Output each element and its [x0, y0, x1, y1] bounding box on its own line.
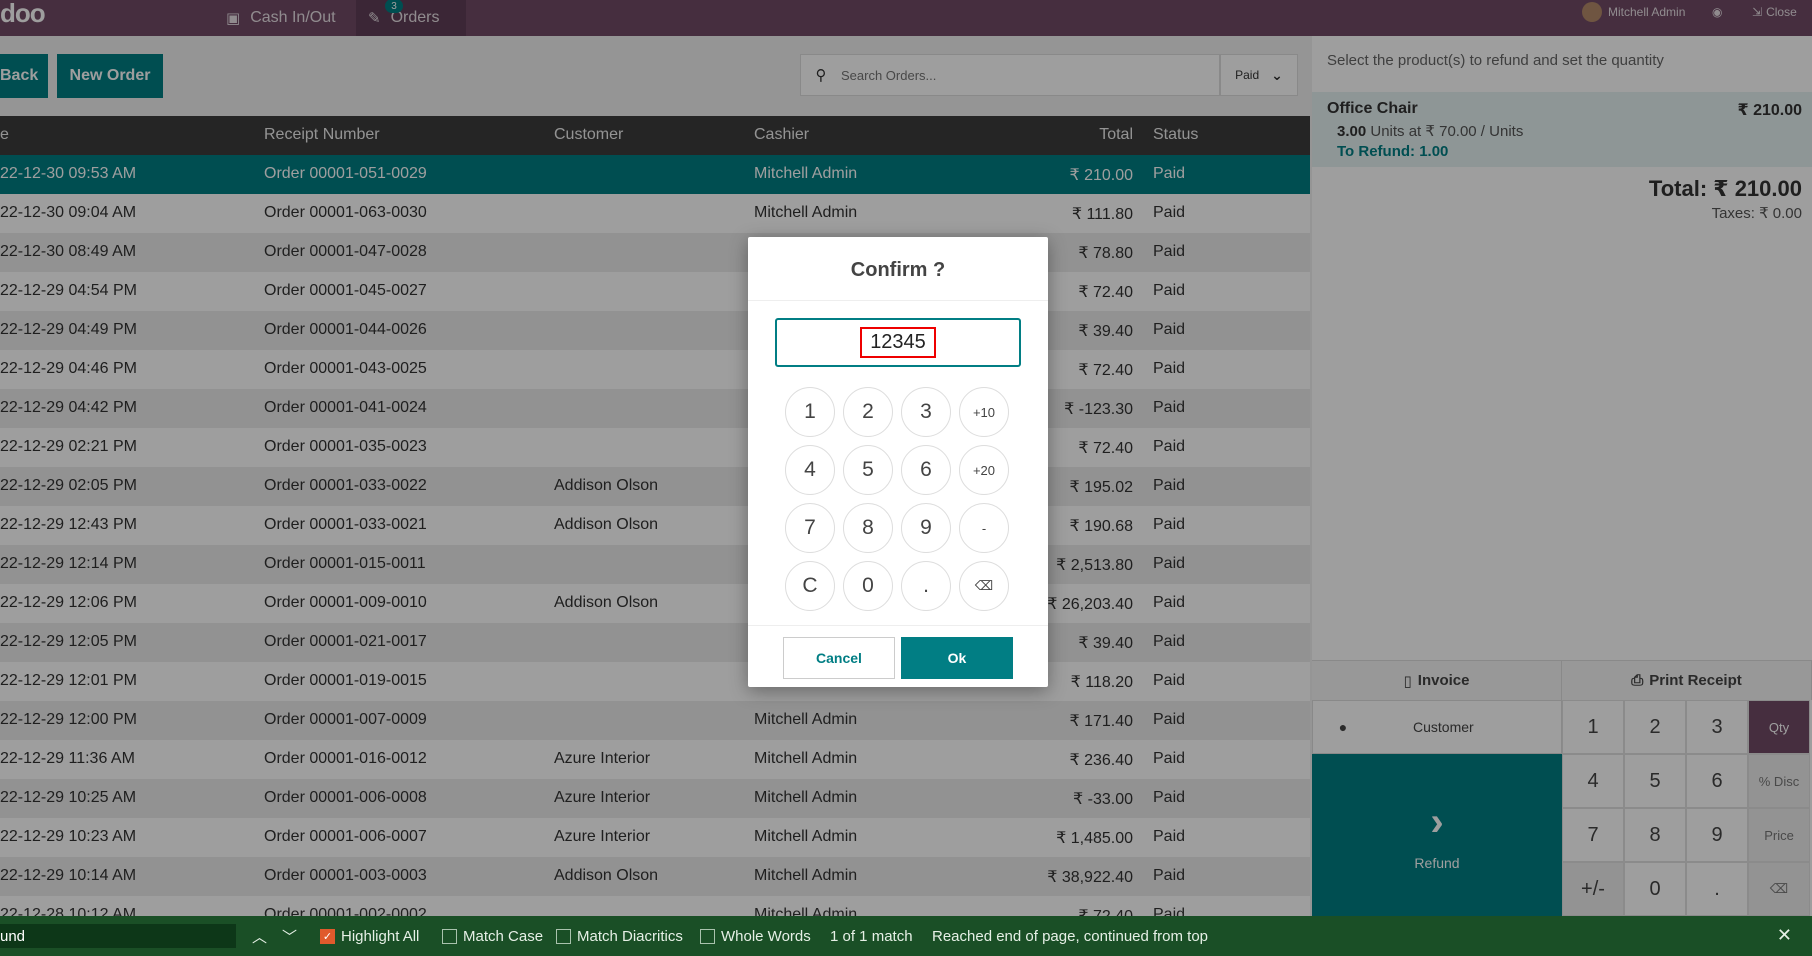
- popup-title: Confirm ?: [850, 259, 946, 281]
- find-input[interactable]: und: [0, 924, 236, 948]
- popup-key-14[interactable]: .: [901, 561, 951, 611]
- popup-divider: [748, 300, 1048, 301]
- popup-key-2[interactable]: 3: [901, 387, 951, 437]
- match-case-label: Match Case: [463, 928, 544, 945]
- find-next-button[interactable]: ﹀: [282, 926, 297, 947]
- popup-key-10[interactable]: 9: [901, 503, 951, 553]
- popup-key-6[interactable]: 6: [901, 445, 951, 495]
- ok-button[interactable]: Ok: [901, 637, 1013, 679]
- popup-key-1[interactable]: 2: [843, 387, 893, 437]
- find-previous-button[interactable]: ︿: [252, 926, 267, 947]
- whole-words-label: Whole Words: [721, 928, 811, 945]
- popup-key-0[interactable]: 1: [785, 387, 835, 437]
- match-diacritics-checkbox[interactable]: Match Diacritics: [556, 928, 683, 945]
- whole-words-checkbox[interactable]: Whole Words: [700, 928, 811, 945]
- find-status: Reached end of page, continued from top: [932, 928, 1209, 945]
- popup-key-8[interactable]: 7: [785, 503, 835, 553]
- unchecked-box: [442, 929, 457, 944]
- popup-key-4[interactable]: 4: [785, 445, 835, 495]
- popup-value-field[interactable]: 12345: [775, 318, 1021, 367]
- highlight-all-checkbox[interactable]: ✓ Highlight All: [320, 928, 419, 945]
- popup-key-12[interactable]: C: [785, 561, 835, 611]
- popup-key-15[interactable]: ⌫: [959, 561, 1009, 611]
- unchecked-box: [556, 929, 571, 944]
- match-count: 1 of 1 match: [830, 928, 913, 945]
- unchecked-box: [700, 929, 715, 944]
- popup-key-5[interactable]: 5: [843, 445, 893, 495]
- popup-key-3[interactable]: +10: [959, 387, 1009, 437]
- number-popup: Confirm ? 12345 1 2 3 +10 4 5 6 +20 7 8 9- C 0. ⌫ Can…: [748, 237, 1048, 687]
- popup-value: 12345: [860, 327, 936, 358]
- popup-key-11[interactable]: -: [959, 503, 1009, 553]
- match-diacritics-label: Match Diacritics: [577, 928, 683, 945]
- popup-footer-divider: [748, 625, 1048, 626]
- close-icon[interactable]: ✕: [1777, 925, 1792, 946]
- highlight-all-label: Highlight All: [341, 928, 420, 945]
- cancel-button[interactable]: Cancel: [783, 637, 895, 679]
- popup-key-13[interactable]: 0: [843, 561, 893, 611]
- match-case-checkbox[interactable]: Match Case: [442, 928, 543, 945]
- popup-key-7[interactable]: +20: [959, 445, 1009, 495]
- checkmark-icon: ✓: [320, 929, 335, 944]
- find-bar: und ︿ ﹀ ✓ Highlight All Match Case Match…: [0, 916, 1812, 956]
- popup-key-9[interactable]: 8: [843, 503, 893, 553]
